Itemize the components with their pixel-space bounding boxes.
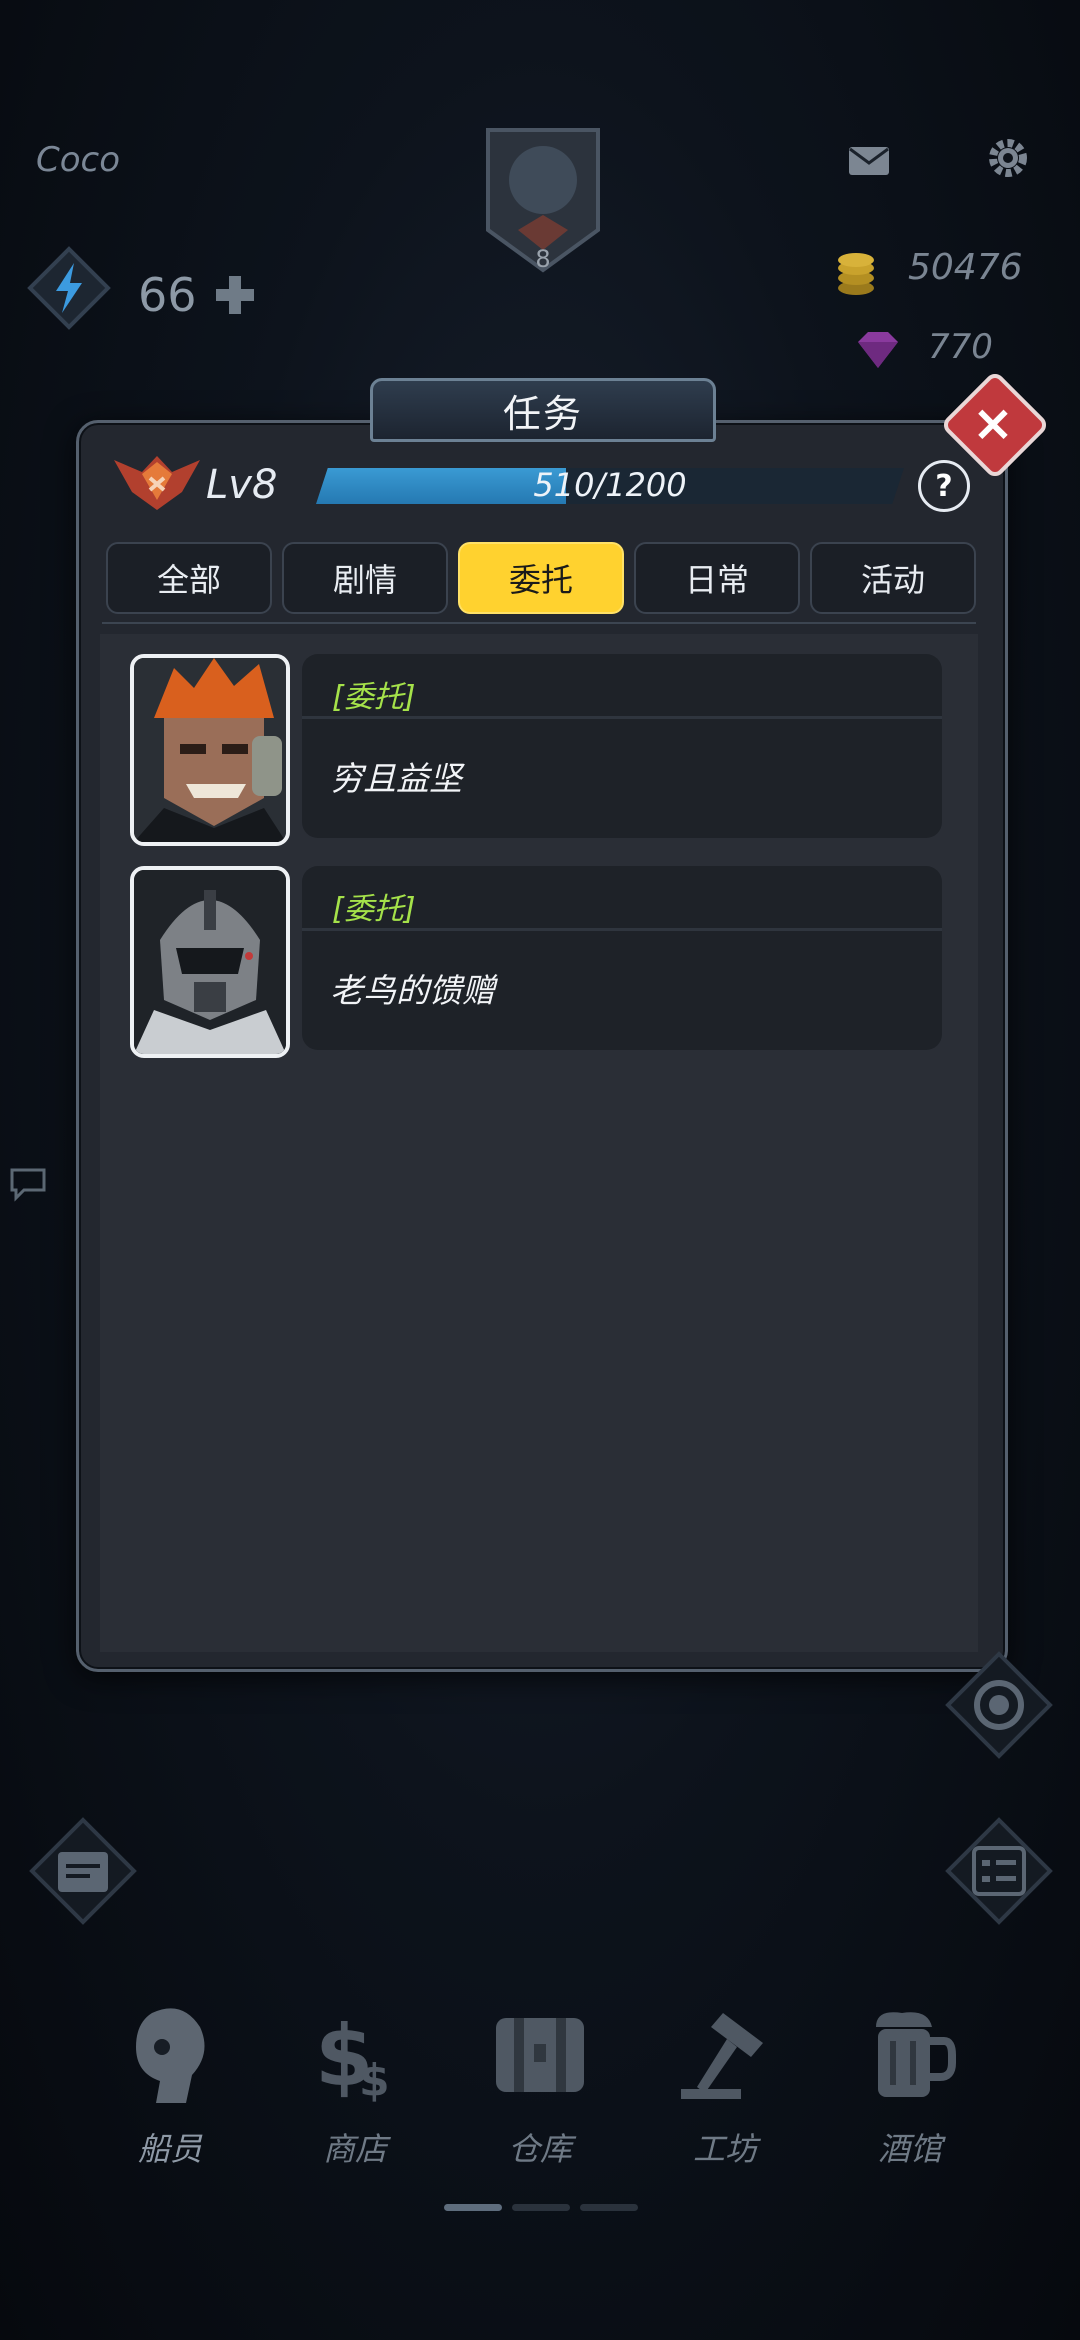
close-icon[interactable]: × [958, 388, 1028, 458]
quest-card-divider [302, 716, 942, 719]
crew-icon [122, 2000, 218, 2110]
tab-commission[interactable]: 委托 [458, 542, 624, 614]
page-dot [512, 2204, 570, 2211]
quest-tag: [委托] [332, 892, 416, 927]
tab-story[interactable]: 剧情 [282, 542, 448, 614]
nav-tavern[interactable]: 酒馆 [820, 2000, 1000, 2200]
quest-card-divider [302, 928, 942, 931]
nav-workshop-label: 工坊 [692, 2130, 757, 2168]
tab-daily[interactable]: 日常 [634, 542, 800, 614]
quest-portrait-soldier [130, 866, 290, 1058]
nav-warehouse[interactable]: 仓库 [450, 2000, 630, 2200]
nav-crew-label: 船员 [137, 2130, 202, 2168]
coin-icon [834, 250, 878, 302]
page-indicator [444, 2204, 638, 2211]
add-energy-icon[interactable] [212, 272, 258, 322]
gem-icon [856, 330, 900, 374]
nav-tavern-label: 酒馆 [877, 2130, 942, 2168]
tab-all[interactable]: 全部 [106, 542, 272, 614]
nav-shop-label: 商店 [322, 2130, 387, 2168]
gear-icon[interactable] [986, 136, 1030, 184]
nav-warehouse-label: 仓库 [507, 2130, 572, 2168]
gem-balance: 770 [928, 327, 993, 367]
help-button[interactable]: ? [918, 460, 970, 512]
quest-tabs: 全部 剧情 委托 日常 活动 [106, 542, 976, 614]
quest-portrait-mercenary [130, 654, 290, 846]
quest-item[interactable]: [委托] 穷且益坚 [130, 654, 946, 846]
coin-balance: 50476 [908, 247, 1023, 288]
quest-list: [委托] 穷且益坚 [委托] 老鸟的馈赠 [100, 634, 978, 1652]
quest-card[interactable]: [委托] 老鸟的馈赠 [302, 866, 942, 1050]
warehouse-icon [492, 2000, 588, 2110]
quest-card[interactable]: [委托] 穷且益坚 [302, 654, 942, 838]
nav-crew[interactable]: 船员 [80, 2000, 260, 2200]
quest-item[interactable]: [委托] 老鸟的馈赠 [130, 866, 946, 1058]
checklist-icon[interactable] [944, 1816, 1054, 1930]
quest-name: 穷且益坚 [330, 759, 462, 798]
page-dot [580, 2204, 638, 2211]
nav-workshop[interactable]: 工坊 [635, 2000, 815, 2200]
nav-shop[interactable]: $ $ 商店 [265, 2000, 445, 2200]
shop-icon: $ $ [307, 2000, 403, 2110]
mail-icon[interactable] [848, 146, 890, 180]
svg-text:$: $ [359, 2055, 390, 2105]
energy-icon[interactable] [26, 245, 112, 331]
tavern-icon [862, 2000, 958, 2110]
player-level: Lv8 [206, 462, 278, 508]
level-emblem-icon [112, 452, 202, 516]
page-dot-active [444, 2204, 502, 2211]
bottom-nav: 船员 $ $ 商店 仓库 工坊 酒馆 [80, 2000, 1000, 2200]
workshop-icon [677, 2000, 773, 2110]
dialog-title: 任务 [370, 378, 716, 442]
xp-progress-text: 510/1200 [533, 466, 687, 504]
quest-tag: [委托] [332, 680, 416, 715]
energy-value: 66 [138, 268, 197, 322]
rank-level: 8 [535, 245, 551, 273]
notice-board-icon[interactable] [28, 1816, 138, 1930]
radar-icon[interactable] [944, 1650, 1054, 1764]
chat-icon[interactable] [8, 1166, 48, 1206]
quest-name: 老鸟的馈赠 [330, 971, 495, 1010]
player-name: Coco [36, 140, 121, 180]
tabs-divider [102, 622, 976, 624]
tab-event[interactable]: 活动 [810, 542, 976, 614]
